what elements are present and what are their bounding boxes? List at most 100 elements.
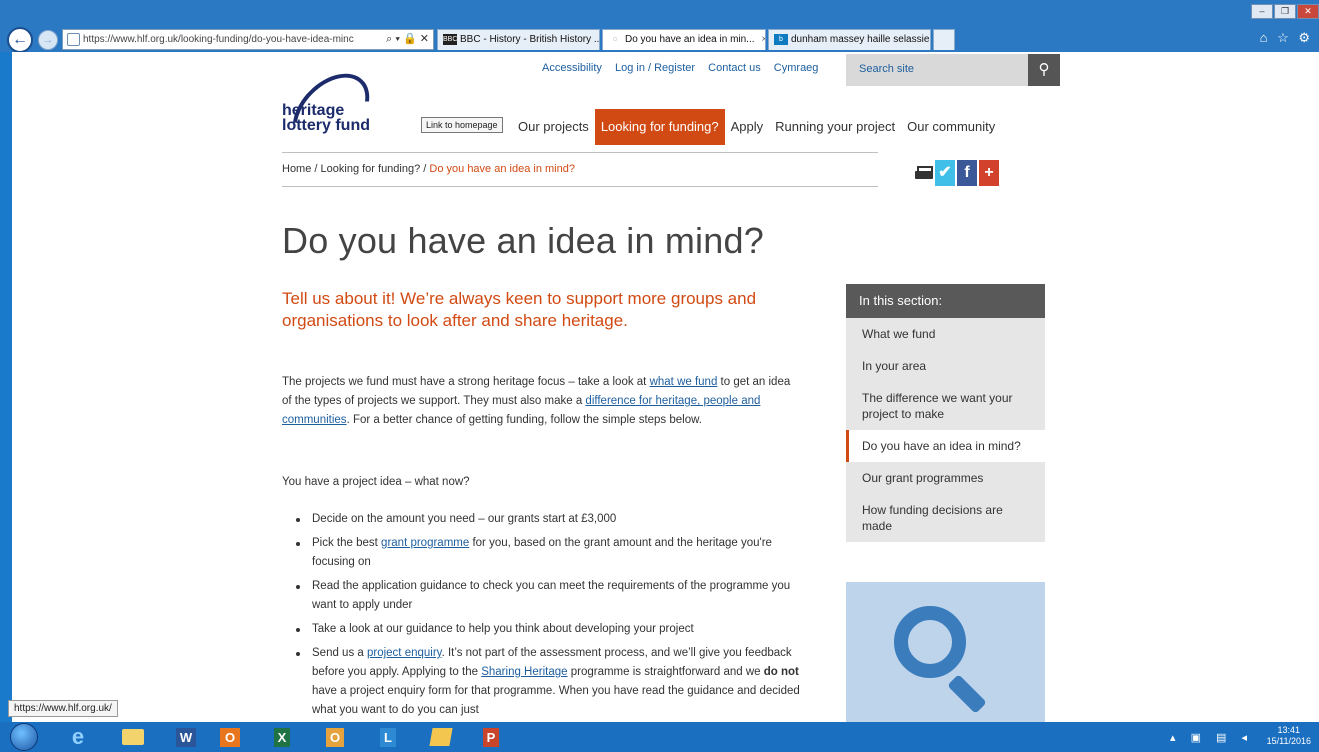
search-promo-banner[interactable] — [846, 582, 1045, 722]
facebook-icon[interactable]: f — [957, 160, 977, 186]
divider — [282, 186, 878, 187]
address-bar[interactable]: https://www.hlf.org.uk/looking-funding/d… — [62, 29, 434, 50]
project-idea-paragraph: You have a project idea – what now? — [282, 476, 470, 488]
list-item: Send us a project enquiry. It’s not part… — [296, 644, 808, 720]
excel-icon[interactable]: X — [266, 724, 298, 750]
maximize-button[interactable]: ❐ — [1274, 4, 1296, 19]
twitter-icon[interactable]: ✔ — [935, 160, 955, 186]
file-explorer-icon[interactable] — [117, 724, 149, 750]
text: programme is straightforward and we — [567, 666, 764, 678]
text: Pick the best — [312, 537, 382, 549]
forward-arrow-icon[interactable]: → — [38, 30, 58, 50]
breadcrumb-separator: / — [314, 163, 318, 175]
utility-links: Accessibility Log in / Register Contact … — [542, 62, 828, 74]
breadcrumb-separator: / — [423, 163, 427, 175]
status-bar-url: https://www.hlf.org.uk/ — [8, 700, 118, 717]
bbc-favicon-icon: BBC — [443, 33, 458, 45]
text: Send us a — [312, 647, 367, 659]
homepage-tooltip: Link to homepage — [421, 117, 503, 133]
tab-close-icon[interactable]: × — [761, 34, 765, 45]
grant-programme-link[interactable]: grant programme — [381, 537, 469, 549]
address-url: https://www.hlf.org.uk/looking-funding/d… — [83, 34, 354, 45]
internet-explorer-icon[interactable]: e — [62, 724, 94, 750]
steps-list: Decide on the amount you need – our gran… — [296, 510, 808, 722]
sharing-heritage-link[interactable]: Sharing Heritage — [481, 666, 567, 678]
tab-dunham-massey[interactable]: b dunham massey haille selassie... — [768, 29, 931, 50]
what-we-fund-link[interactable]: what we fund — [650, 376, 718, 388]
lead-text: Tell us about it! We’re always keen to s… — [282, 289, 757, 330]
magnifier-handle — [947, 674, 987, 714]
sidebar-item-grant-programmes[interactable]: Our grant programmes — [846, 462, 1045, 494]
home-favorites-settings-icons[interactable]: ⌂ ☆ ⚙ — [1260, 30, 1313, 46]
breadcrumb: Home / Looking for funding? / Do you hav… — [282, 163, 575, 175]
tab-label: BBC - History - British History ... — [460, 34, 600, 45]
onenote-icon[interactable] — [425, 724, 457, 750]
page-icon — [67, 33, 80, 46]
taskbar: e W O X O L P ▴ ▣ ▤ ◂ 13:41 15/11/2016 — [0, 722, 1319, 752]
breadcrumb-parent[interactable]: Looking for funding? — [321, 163, 421, 175]
search-icon[interactable]: ⚲ — [1028, 54, 1060, 86]
text: Read the application guidance to check y… — [312, 580, 791, 611]
cymraeg-link[interactable]: Cymraeg — [774, 62, 819, 74]
page-title: Do you have an idea in mind? — [282, 220, 764, 261]
breadcrumb-current: Do you have an idea in mind? — [429, 163, 575, 175]
nav-running-your-project[interactable]: Running your project — [769, 109, 901, 145]
sidebar-item-what-we-fund[interactable]: What we fund — [846, 318, 1045, 350]
list-item: Take a look at our guidance to help you … — [296, 620, 808, 639]
tab-do-you-have-an-idea[interactable]: ◌ Do you have an idea in min... × — [602, 29, 766, 50]
text: The projects we fund must have a strong … — [282, 376, 650, 388]
page-viewport: Accessibility Log in / Register Contact … — [12, 52, 1319, 722]
window-controls: – ❐ ✕ — [1251, 4, 1319, 19]
publisher-mail-icon[interactable]: O — [319, 724, 351, 750]
logo-text: lottery fund — [282, 117, 370, 134]
divider — [282, 152, 878, 153]
back-arrow-icon[interactable]: ← — [7, 27, 33, 53]
word-icon[interactable]: W — [170, 724, 202, 750]
contact-us-link[interactable]: Contact us — [708, 62, 761, 74]
text: Decide on the amount you need – our gran… — [312, 513, 617, 525]
sidebar-list: What we fund In your area The difference… — [846, 318, 1045, 542]
list-item: Pick the best grant programme for you, b… — [296, 534, 808, 572]
clock-date: 15/11/2016 — [1266, 736, 1311, 746]
list-item: Read the application guidance to check y… — [296, 577, 808, 615]
start-button-icon[interactable] — [10, 723, 38, 751]
text: have a project enquiry form for that pro… — [312, 685, 800, 716]
address-controls[interactable]: ⌕ ▾ 🔒 ✕ — [386, 30, 429, 49]
main-navigation: Our projects Looking for funding? Apply … — [512, 109, 1001, 145]
login-register-link[interactable]: Log in / Register — [615, 62, 695, 74]
site-logo[interactable]: heritage lottery fund — [277, 58, 385, 166]
nav-our-projects[interactable]: Our projects — [512, 109, 595, 145]
bing-favicon-icon: b — [774, 33, 788, 45]
text: do not — [763, 666, 799, 678]
list-item: Decide on the amount you need – our gran… — [296, 510, 808, 529]
minimize-button[interactable]: – — [1251, 4, 1273, 19]
sidebar-item-in-your-area[interactable]: In your area — [846, 350, 1045, 382]
system-tray-icons[interactable]: ▴ ▣ ▤ ◂ — [1170, 731, 1253, 744]
sidebar-heading: In this section: — [846, 284, 1045, 318]
text: . For a better chance of getting funding… — [346, 414, 702, 426]
sidebar-item-idea-in-mind[interactable]: Do you have an idea in mind? — [846, 430, 1045, 462]
nav-our-community[interactable]: Our community — [901, 109, 1001, 145]
breadcrumb-home[interactable]: Home — [282, 163, 311, 175]
text: Take a look at our guidance to help you … — [312, 623, 694, 635]
sidebar-item-funding-decisions[interactable]: How funding decisions are made — [846, 494, 1045, 542]
tab-bbc-history[interactable]: BBC BBC - History - British History ... — [437, 29, 600, 50]
nav-apply[interactable]: Apply — [725, 109, 770, 145]
system-clock[interactable]: 13:41 15/11/2016 — [1267, 725, 1311, 747]
intro-paragraph: The projects we fund must have a strong … — [282, 373, 802, 430]
new-tab-button[interactable] — [933, 29, 955, 50]
project-enquiry-link[interactable]: project enquiry — [367, 647, 442, 659]
sidebar-item-difference[interactable]: The difference we want your project to m… — [846, 382, 1045, 430]
site-search[interactable]: Search site ⚲ — [846, 54, 1060, 86]
powerpoint-icon[interactable]: P — [475, 724, 507, 750]
clock-time: 13:41 — [1277, 725, 1301, 735]
nav-looking-for-funding[interactable]: Looking for funding? — [594, 109, 725, 145]
google-plus-icon[interactable]: + — [979, 160, 999, 186]
print-icon[interactable] — [915, 166, 933, 180]
outlook-icon[interactable]: O — [214, 724, 246, 750]
lync-icon[interactable]: L — [372, 724, 404, 750]
loading-icon: ◌ — [612, 35, 618, 43]
search-input[interactable]: Search site — [859, 63, 914, 75]
close-window-button[interactable]: ✕ — [1297, 4, 1319, 19]
accessibility-link[interactable]: Accessibility — [542, 62, 602, 74]
